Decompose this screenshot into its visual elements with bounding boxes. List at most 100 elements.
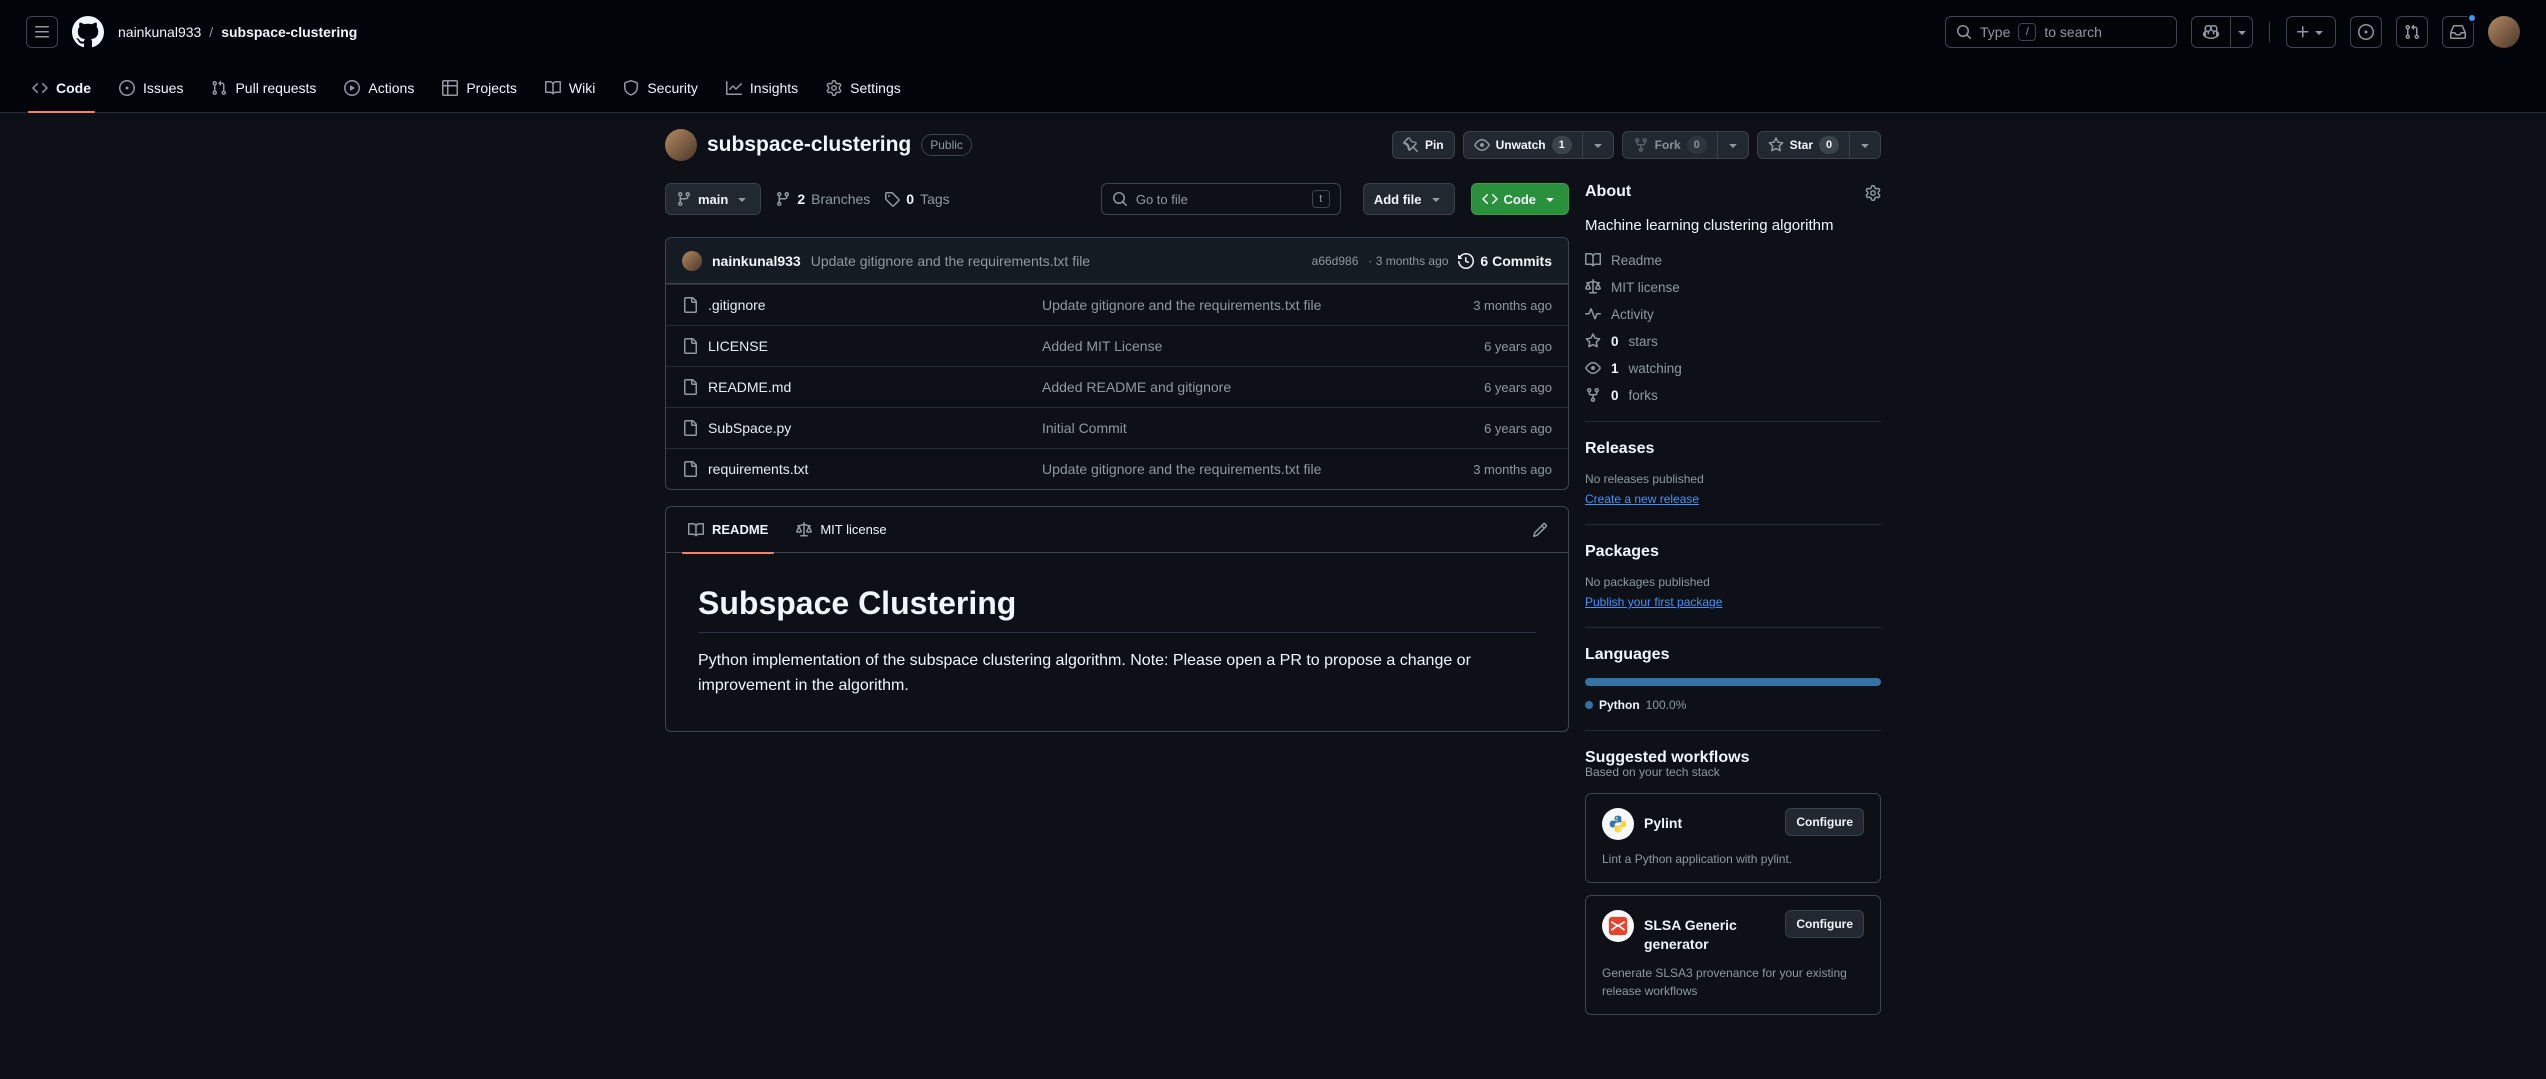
- table-icon: [442, 80, 458, 96]
- global-search-input[interactable]: Type / to search: [1945, 16, 2177, 48]
- packages-empty-text: No packages published: [1585, 575, 1881, 589]
- breadcrumb-repo-link[interactable]: subspace-clustering: [221, 24, 357, 40]
- file-link[interactable]: SubSpace.py: [682, 420, 1042, 436]
- star-button[interactable]: Star 0: [1757, 131, 1850, 159]
- tab-security[interactable]: Security: [609, 64, 712, 112]
- tab-insights[interactable]: Insights: [712, 64, 812, 112]
- file-icon: [682, 297, 698, 313]
- issues-dashboard-button[interactable]: [2350, 16, 2382, 48]
- fork-options-caret[interactable]: [1717, 131, 1749, 159]
- configure-slsa-button[interactable]: Configure: [1785, 910, 1864, 938]
- about-activity-link[interactable]: Activity: [1585, 306, 1881, 322]
- file-commit-message[interactable]: Added README and gitignore: [1042, 379, 1402, 395]
- create-new-button[interactable]: [2286, 16, 2336, 48]
- breadcrumb-owner-link[interactable]: nainkunal933: [118, 24, 201, 40]
- about-section: About Machine learning clustering algori…: [1585, 183, 1881, 422]
- file-link[interactable]: .gitignore: [682, 297, 1042, 313]
- pull-requests-dashboard-button[interactable]: [2396, 16, 2428, 48]
- play-icon: [344, 80, 360, 96]
- about-item-label: Activity: [1611, 307, 1654, 322]
- file-link[interactable]: requirements.txt: [682, 461, 1042, 477]
- commit-author-avatar[interactable]: [682, 251, 702, 271]
- tab-settings[interactable]: Settings: [812, 64, 915, 112]
- file-icon: [682, 379, 698, 395]
- about-stars-link[interactable]: 0 stars: [1585, 333, 1881, 349]
- file-commit-message[interactable]: Initial Commit: [1042, 420, 1402, 436]
- forks-count: 0: [1687, 136, 1707, 154]
- t-key-hint: t: [1312, 190, 1330, 208]
- watch-options-caret[interactable]: [1582, 131, 1614, 159]
- languages-title: Languages: [1585, 646, 1669, 664]
- search-icon: [1956, 24, 1972, 40]
- file-link[interactable]: README.md: [682, 379, 1042, 395]
- language-legend-python[interactable]: Python 100.0%: [1585, 698, 1881, 712]
- tab-issues[interactable]: Issues: [105, 64, 197, 112]
- repo-title[interactable]: subspace-clustering: [707, 133, 911, 157]
- tab-wiki[interactable]: Wiki: [531, 64, 609, 112]
- readme-paragraph: Python implementation of the subspace cl…: [698, 649, 1508, 699]
- pin-button[interactable]: Pin: [1392, 131, 1455, 159]
- tab-actions[interactable]: Actions: [330, 64, 428, 112]
- go-to-file-input[interactable]: [1136, 192, 1304, 207]
- about-watching-link[interactable]: 1 watching: [1585, 360, 1881, 376]
- releases-title: Releases: [1585, 440, 1654, 458]
- tab-readme[interactable]: README: [674, 507, 782, 553]
- user-avatar[interactable]: [2488, 16, 2520, 48]
- file-commit-message[interactable]: Update gitignore and the requirements.tx…: [1042, 297, 1402, 313]
- eye-icon: [1585, 360, 1601, 376]
- branches-label: Branches: [811, 191, 870, 207]
- tags-link[interactable]: 0 Tags: [884, 191, 949, 207]
- about-license-link[interactable]: MIT license: [1585, 279, 1881, 295]
- tab-code[interactable]: Code: [18, 64, 105, 112]
- hamburger-menu-button[interactable]: [26, 16, 58, 48]
- breadcrumb-separator: /: [209, 24, 213, 40]
- copilot-button[interactable]: [2191, 16, 2231, 48]
- file-commit-time: 6 years ago: [1402, 339, 1552, 354]
- publish-package-link[interactable]: Publish your first package: [1585, 595, 1722, 609]
- file-name: README.md: [708, 379, 791, 395]
- about-readme-link[interactable]: Readme: [1585, 252, 1881, 268]
- workflow-name: SLSA Generic generator: [1644, 910, 1764, 954]
- languages-section: Languages Python 100.0%: [1585, 646, 1881, 731]
- configure-pylint-button[interactable]: Configure: [1785, 808, 1864, 836]
- copilot-menu-caret[interactable]: [2231, 16, 2253, 48]
- github-logo-icon[interactable]: [72, 16, 104, 48]
- notifications-inbox-button[interactable]: [2442, 16, 2474, 48]
- search-placeholder-prefix: Type: [1980, 24, 2010, 40]
- fork-button[interactable]: Fork 0: [1622, 131, 1718, 159]
- tags-label: Tags: [920, 191, 950, 207]
- tab-label: Insights: [750, 80, 798, 96]
- license-tab-label: MIT license: [820, 522, 886, 537]
- file-commit-message[interactable]: Added MIT License: [1042, 338, 1402, 354]
- commit-author-link[interactable]: nainkunal933: [712, 253, 801, 269]
- file-commit-time: 3 months ago: [1402, 298, 1552, 313]
- code-dropdown-button[interactable]: Code: [1471, 183, 1570, 215]
- file-link[interactable]: LICENSE: [682, 338, 1042, 354]
- git-pull-request-icon: [211, 80, 227, 96]
- create-release-link[interactable]: Create a new release: [1585, 492, 1699, 506]
- repo-owner-avatar[interactable]: [665, 129, 697, 161]
- file-name: .gitignore: [708, 297, 766, 313]
- commit-message-link[interactable]: Update gitignore and the requirements.tx…: [811, 253, 1090, 269]
- branch-selector-button[interactable]: main: [665, 183, 761, 215]
- workflow-card-pylint: Pylint Configure Lint a Python applicati…: [1585, 793, 1881, 883]
- edit-readme-button[interactable]: [1520, 521, 1560, 538]
- commit-sha-link[interactable]: a66d986: [1312, 254, 1359, 268]
- star-options-caret[interactable]: [1849, 131, 1881, 159]
- about-item-label: Readme: [1611, 253, 1662, 268]
- releases-section: Releases No releases published Create a …: [1585, 440, 1881, 525]
- about-forks-link[interactable]: 0 forks: [1585, 387, 1881, 403]
- commit-history-link[interactable]: 6 Commits: [1458, 253, 1552, 269]
- tab-projects[interactable]: Projects: [428, 64, 531, 112]
- add-file-button[interactable]: Add file: [1363, 183, 1455, 215]
- tab-pull-requests[interactable]: Pull requests: [197, 64, 330, 112]
- workflow-description: Lint a Python application with pylint.: [1602, 850, 1864, 868]
- about-item-label: MIT license: [1611, 280, 1680, 295]
- latest-commit-bar: nainkunal933 Update gitignore and the re…: [666, 238, 1568, 284]
- unwatch-button[interactable]: Unwatch 1: [1463, 131, 1583, 159]
- edit-about-button[interactable]: [1865, 183, 1881, 200]
- language-percent: 100.0%: [1646, 698, 1687, 712]
- file-commit-message[interactable]: Update gitignore and the requirements.tx…: [1042, 461, 1402, 477]
- tab-mit-license[interactable]: MIT license: [782, 507, 900, 553]
- branches-link[interactable]: 2 Branches: [775, 191, 870, 207]
